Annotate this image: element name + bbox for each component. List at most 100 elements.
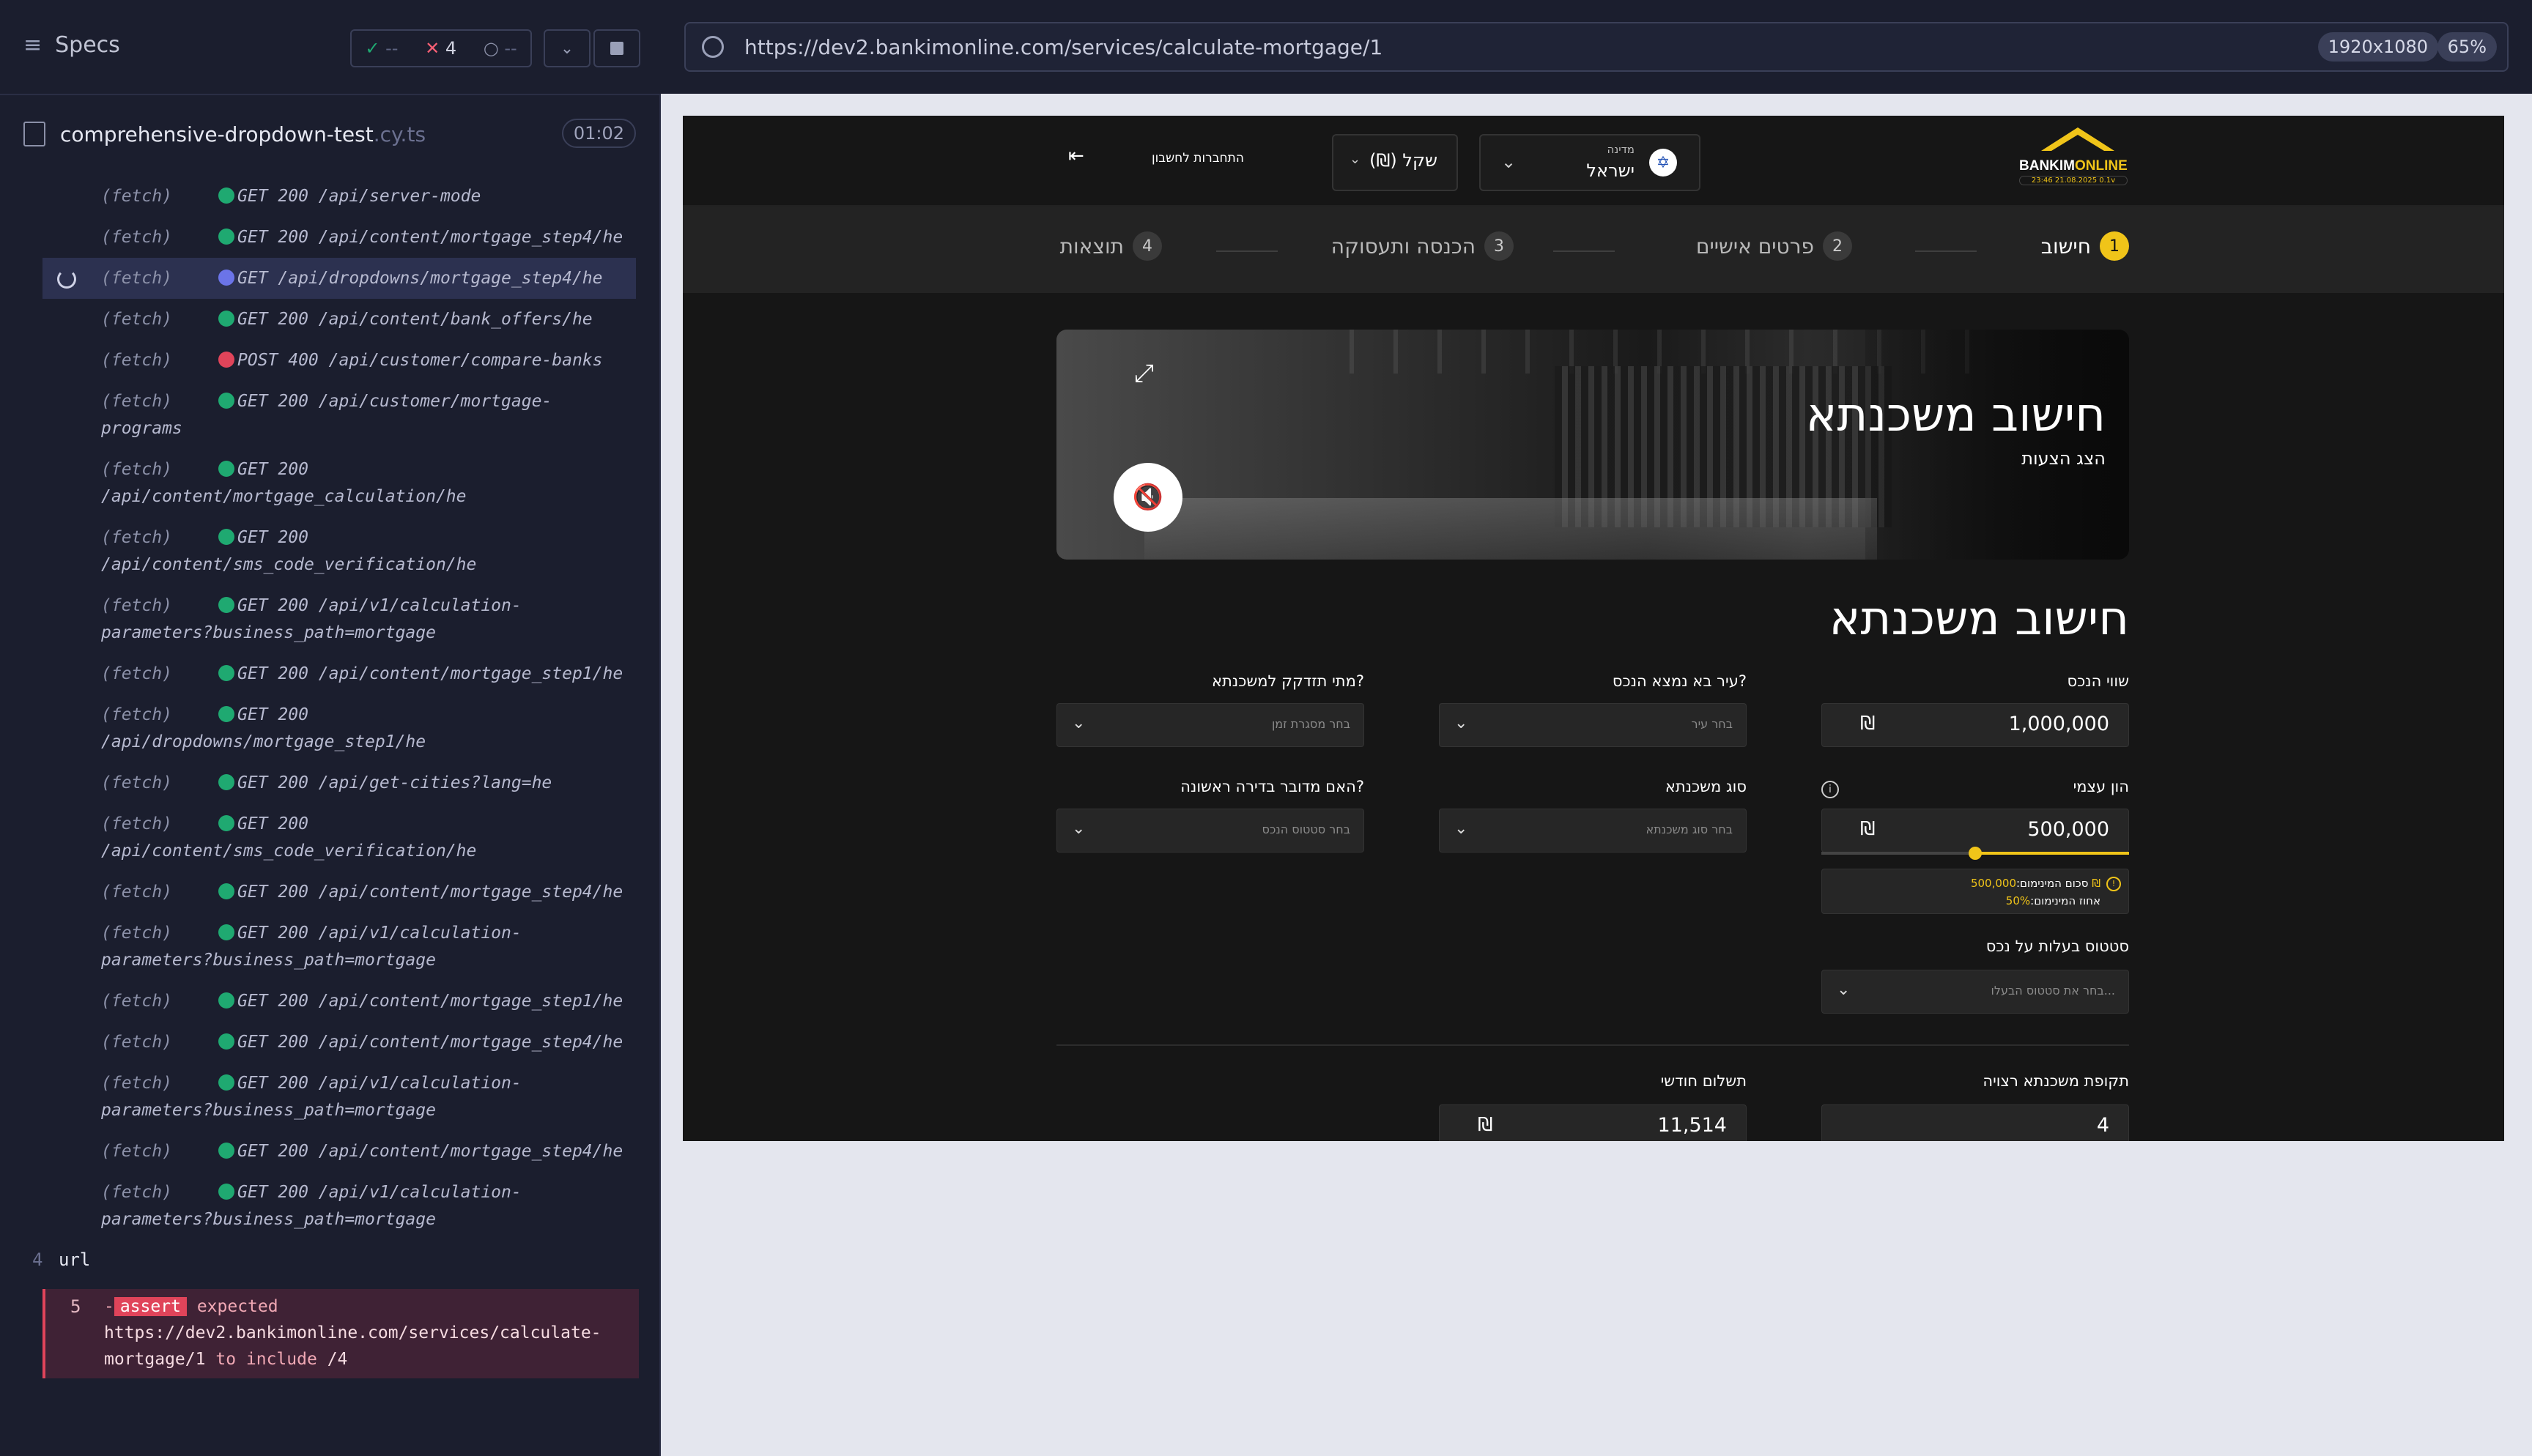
assert-tag: assert (114, 1297, 187, 1316)
step-connector (1216, 250, 1278, 252)
command-row[interactable]: (fetch) GET 200 /api/content/mortgage_ste… (42, 217, 636, 258)
login-icon[interactable]: ⇤ (1068, 145, 1090, 167)
command-row[interactable]: (fetch) GET 200 /api/content/mortgage_ste… (42, 1131, 636, 1172)
progress-stepper: חישוב 1 פרטים אישיים 2 הכנסה ותעסוקה 3 ת… (683, 207, 2504, 293)
specs-list-icon: ≡ (23, 32, 42, 58)
command-row[interactable]: (fetch) GET 200 /api/v1/calculation-param… (42, 1172, 636, 1240)
failed-stat: ✕ 4 (425, 38, 457, 59)
command-label: (fetch) (101, 269, 172, 288)
chevron-down-icon: ⌄ (1454, 714, 1468, 732)
info-icon[interactable]: i (1821, 781, 1839, 798)
mute-button[interactable]: 🔇 (1114, 463, 1182, 532)
command-row[interactable]: (fetch) GET 200 /api/v1/calculation-param… (42, 585, 636, 653)
app-under-test: BANKIMONLINE 23:46 21.08.2025 0.1v ⌄ מדי… (683, 116, 2504, 1141)
zoom-badge[interactable]: 65% (2437, 32, 2497, 62)
command-row[interactable]: (fetch) GET 200 /api/server-mode (42, 176, 636, 217)
status-dot-icon (218, 529, 234, 545)
step-number: 4 (1133, 231, 1162, 261)
warning-icon: ! (2106, 877, 2121, 891)
command-label: (fetch) (101, 883, 172, 902)
step-2[interactable]: פרטים אישיים 2 (1696, 231, 1852, 261)
command-label: (fetch) (101, 310, 172, 329)
own-capital-slider[interactable] (1821, 847, 2129, 860)
command-row[interactable]: (fetch) GET 200 /api/content/mortgage_cal… (42, 449, 636, 517)
app-header: BANKIMONLINE 23:46 21.08.2025 0.1v ⌄ מדי… (683, 116, 2504, 207)
slider-fill (1975, 852, 2129, 855)
command-label: (fetch) (101, 596, 172, 615)
period-label: תקופת משכנתא רצויה (1983, 1072, 2129, 1090)
when-needed-placeholder: בחר מסגרת זמן (1271, 717, 1350, 731)
country-value: ישראל (1586, 160, 1635, 181)
status-dot-icon (218, 1143, 234, 1159)
command-row[interactable]: (fetch) GET 200 /api/content/mortgage_ste… (42, 872, 636, 913)
runner-header: ≡ Specs ✓ -- ✕ 4 ○ -- ⌄ (0, 0, 659, 95)
command-row[interactable]: (fetch) POST 400 /api/customer/compare-ba… (42, 340, 636, 381)
monthly-label: תשלום חודשי (1660, 1072, 1747, 1090)
command-message: GET 200 /api/content/mortgage_step4/he (237, 1142, 623, 1161)
command-label: (fetch) (101, 1142, 172, 1161)
hero-subtitle[interactable]: הצג הצעות (2021, 448, 2106, 469)
step-3[interactable]: הכנסה ותעסוקה 3 (1331, 231, 1514, 261)
command-label: (fetch) (101, 460, 172, 479)
city-dropdown[interactable]: ⌄ בחר עיר (1439, 703, 1747, 747)
viewport-size-badge[interactable]: 1920x1080 (2317, 32, 2438, 62)
step-label: חישוב (2040, 234, 2091, 259)
command-row[interactable]: (fetch) GET 200 /api/v1/calculation-param… (42, 913, 636, 981)
stop-icon (610, 42, 623, 55)
step-4[interactable]: תוצאות 4 (1060, 231, 1162, 261)
mortgage-type-dropdown[interactable]: ⌄ בחר סוג משכנתא (1439, 809, 1747, 853)
own-capital-input[interactable]: ₪ 500,000 (1821, 809, 2129, 853)
x-icon: ✕ (425, 38, 440, 59)
command-message: GET 200 /api/content/bank_offers/he (237, 310, 593, 329)
loading-spinner-icon (57, 270, 76, 289)
passed-stat: ✓ -- (365, 38, 399, 59)
period-input[interactable]: 4 (1821, 1104, 2129, 1141)
country-select[interactable]: ⌄ מדינה ישראל ✡ (1479, 134, 1700, 191)
command-row[interactable]: (fetch) GET /api/dropdowns/mortgage_step4… (42, 258, 636, 299)
command-row[interactable]: (fetch) GET 200 /api/v1/calculation-param… (42, 1063, 636, 1131)
command-label: (fetch) (101, 392, 172, 411)
ownership-dropdown[interactable]: ⌄ בחר את סטטוס הבעלו... (1821, 970, 2129, 1014)
when-needed-dropdown[interactable]: ⌄ בחר מסגרת זמן (1056, 703, 1364, 747)
command-url[interactable]: 4 url (32, 1249, 90, 1270)
form-title: חישוב משכנתא (1829, 592, 2129, 646)
expand-icon[interactable]: ⤢ (1134, 359, 1154, 388)
property-value-input[interactable]: ₪ 1,000,000 (1821, 703, 2129, 747)
mortgage-type-placeholder: בחר סוג משכנתא (1646, 822, 1733, 836)
command-row[interactable]: (fetch) GET 200 /api/content/mortgage_ste… (42, 1022, 636, 1063)
command-row[interactable]: (fetch) GET 200 /api/customer/mortgage-pr… (42, 381, 636, 449)
chevron-down-icon: ⌄ (1072, 820, 1086, 838)
country-label: מדינה (1607, 143, 1635, 156)
bankimonline-logo[interactable]: BANKIMONLINE 23:46 21.08.2025 0.1v (2019, 127, 2128, 195)
stop-button[interactable] (593, 29, 640, 67)
command-assert-failed[interactable]: 5 - assert expected https://dev2.bankimon… (42, 1289, 639, 1378)
command-row[interactable]: (fetch) GET 200 /api/content/sms_code_ver… (42, 517, 636, 585)
monthly-input[interactable]: ₪ 11,514 (1439, 1104, 1747, 1141)
spec-file-row[interactable]: comprehensive-dropdown-test .cy.ts 01:02 (23, 116, 636, 152)
command-row[interactable]: (fetch) GET 200 /api/content/mortgage_ste… (42, 981, 636, 1022)
expand-collapse-button[interactable]: ⌄ (544, 29, 591, 67)
slider-handle[interactable] (1969, 847, 1982, 860)
currency-select[interactable]: ⌄ (₪) שקל (1332, 134, 1458, 191)
status-dot-icon (218, 1184, 234, 1200)
city-placeholder: בחר עיר (1691, 717, 1733, 731)
command-label: (fetch) (101, 664, 172, 683)
ownership-placeholder: בחר את סטטוס הבעלו... (1991, 984, 2115, 998)
specs-toggle[interactable]: ≡ Specs (23, 32, 120, 58)
command-row[interactable]: (fetch) GET 200 /api/content/sms_code_ver… (42, 803, 636, 872)
aut-url-bar[interactable]: https://dev2.bankimonline.com/services/c… (684, 22, 2509, 72)
chevron-down-icon: ⌄ (1501, 152, 1517, 172)
minimum-note: ! סכום המינימום:500,000 ₪ אחוז המינימום:… (1821, 869, 2129, 914)
command-row[interactable]: (fetch) GET 200 /api/get-cities?lang=he (42, 762, 636, 803)
login-link[interactable]: התחברות לחשבון (1152, 151, 1244, 166)
status-dot-icon (218, 774, 234, 790)
command-row[interactable]: (fetch) GET 200 /api/dropdowns/mortgage_s… (42, 694, 636, 762)
command-row[interactable]: (fetch) GET 200 /api/content/mortgage_ste… (42, 653, 636, 694)
logo-version: 23:46 21.08.2025 0.1v (2019, 176, 2128, 185)
spec-file-name: comprehensive-dropdown-test (60, 122, 374, 146)
status-dot-icon (218, 665, 234, 681)
first-apartment-dropdown[interactable]: ⌄ בחר סטטוס הנכס (1056, 809, 1364, 853)
command-row[interactable]: (fetch) GET 200 /api/content/bank_offers/… (42, 299, 636, 340)
step-1[interactable]: חישוב 1 (2041, 231, 2129, 261)
step-connector (1915, 250, 1977, 252)
